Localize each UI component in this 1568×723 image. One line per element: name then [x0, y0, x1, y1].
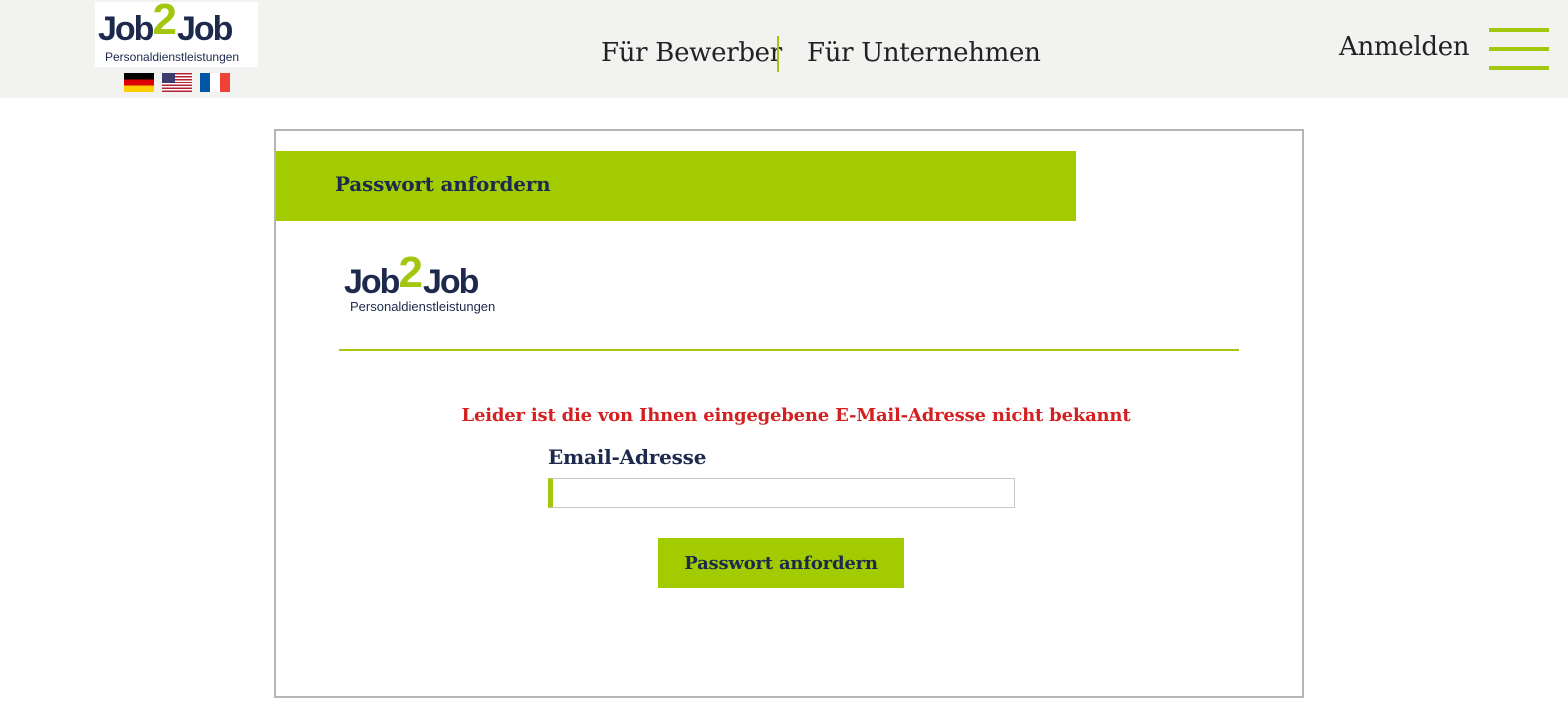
- card-logo: Job2Job Personaldienstleistungen: [342, 248, 512, 319]
- nav-link-applicants[interactable]: Für Bewerber: [601, 38, 782, 68]
- password-request-card: Passwort anfordern Job2Job Personaldiens…: [274, 129, 1304, 698]
- login-link[interactable]: Anmelden: [1339, 32, 1470, 62]
- french-flag-icon[interactable]: [200, 73, 230, 92]
- nav-link-companies[interactable]: Für Unternehmen: [807, 38, 1041, 68]
- logo-subtitle: Personaldienstleistungen: [350, 299, 496, 314]
- card-title: Passwort anfordern: [335, 172, 551, 196]
- request-password-button[interactable]: Passwort anfordern: [658, 538, 904, 588]
- email-field[interactable]: [548, 478, 1015, 508]
- site-logo[interactable]: Job2Job Personaldienstleistungen: [95, 0, 258, 67]
- email-label: Email-Adresse: [548, 445, 707, 469]
- logo-wordmark: Job2Job: [344, 248, 479, 302]
- divider-line: [339, 349, 1239, 351]
- site-header: Job2Job Personaldienstleistungen Für Bew…: [0, 0, 1568, 98]
- hamburger-bar: [1489, 47, 1549, 51]
- card-title-band: Passwort anfordern: [276, 151, 1076, 221]
- hamburger-bar: [1489, 28, 1549, 32]
- logo-wordmark: Job2Job: [98, 0, 233, 48]
- hamburger-bar: [1489, 66, 1549, 70]
- hamburger-menu-icon[interactable]: [1489, 28, 1549, 70]
- nav-divider: [777, 36, 779, 72]
- logo-subtitle: Personaldienstleistungen: [105, 50, 240, 64]
- german-flag-icon[interactable]: [124, 73, 154, 92]
- error-message: Leider ist die von Ihnen eingegebene E-M…: [461, 405, 1131, 426]
- us-flag-icon[interactable]: [162, 73, 192, 92]
